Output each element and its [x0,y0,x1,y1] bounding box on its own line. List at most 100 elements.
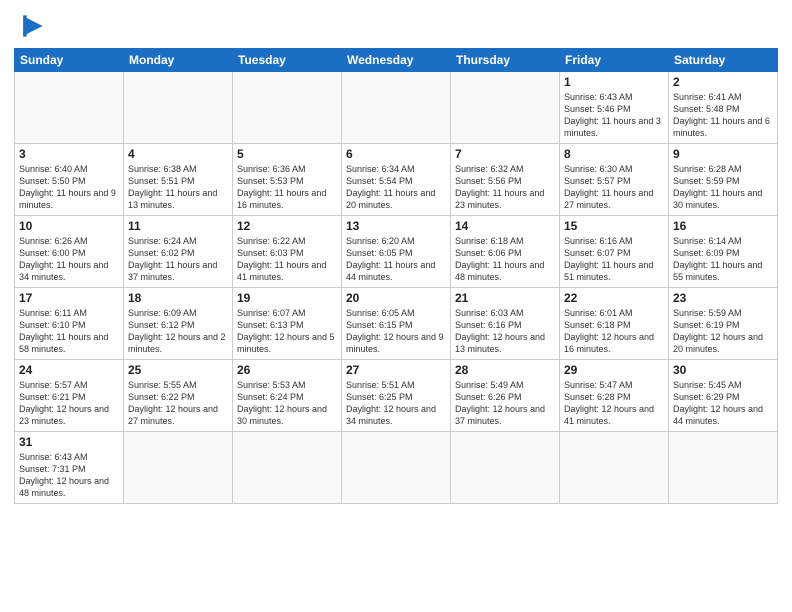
header [14,10,778,42]
col-header-saturday: Saturday [669,49,778,72]
day-info: Sunrise: 6:40 AM Sunset: 5:50 PM Dayligh… [19,163,119,212]
day-number: 20 [346,291,446,305]
calendar-cell: 30 Sunrise: 5:45 AM Sunset: 6:29 PM Dayli… [669,360,778,432]
day-number: 24 [19,363,119,377]
calendar-header-row: SundayMondayTuesdayWednesdayThursdayFrid… [15,49,778,72]
calendar-week-5: 31 Sunrise: 6:43 AM Sunset: 7:31 PM Dayli… [15,432,778,504]
day-number: 10 [19,219,119,233]
day-info: Sunrise: 6:41 AM Sunset: 5:48 PM Dayligh… [673,91,773,140]
calendar-cell: 8 Sunrise: 6:30 AM Sunset: 5:57 PM Daylig… [560,144,669,216]
day-info: Sunrise: 6:32 AM Sunset: 5:56 PM Dayligh… [455,163,555,212]
day-number: 8 [564,147,664,161]
calendar-cell: 5 Sunrise: 6:36 AM Sunset: 5:53 PM Daylig… [233,144,342,216]
calendar-cell [669,432,778,504]
day-number: 2 [673,75,773,89]
day-number: 21 [455,291,555,305]
day-info: Sunrise: 6:20 AM Sunset: 6:05 PM Dayligh… [346,235,446,284]
day-info: Sunrise: 6:09 AM Sunset: 6:12 PM Dayligh… [128,307,228,356]
day-info: Sunrise: 6:30 AM Sunset: 5:57 PM Dayligh… [564,163,664,212]
day-info: Sunrise: 6:22 AM Sunset: 6:03 PM Dayligh… [237,235,337,284]
day-number: 30 [673,363,773,377]
calendar-cell: 18 Sunrise: 6:09 AM Sunset: 6:12 PM Dayli… [124,288,233,360]
day-number: 17 [19,291,119,305]
day-number: 1 [564,75,664,89]
day-info: Sunrise: 5:53 AM Sunset: 6:24 PM Dayligh… [237,379,337,428]
day-info: Sunrise: 5:45 AM Sunset: 6:29 PM Dayligh… [673,379,773,428]
calendar-cell [124,72,233,144]
calendar-week-1: 3 Sunrise: 6:40 AM Sunset: 5:50 PM Daylig… [15,144,778,216]
day-number: 18 [128,291,228,305]
day-info: Sunrise: 6:14 AM Sunset: 6:09 PM Dayligh… [673,235,773,284]
day-info: Sunrise: 6:11 AM Sunset: 6:10 PM Dayligh… [19,307,119,356]
day-number: 23 [673,291,773,305]
day-number: 3 [19,147,119,161]
day-number: 25 [128,363,228,377]
calendar-cell [560,432,669,504]
day-info: Sunrise: 6:34 AM Sunset: 5:54 PM Dayligh… [346,163,446,212]
day-number: 12 [237,219,337,233]
day-info: Sunrise: 6:18 AM Sunset: 6:06 PM Dayligh… [455,235,555,284]
calendar-week-3: 17 Sunrise: 6:11 AM Sunset: 6:10 PM Dayli… [15,288,778,360]
calendar-cell: 31 Sunrise: 6:43 AM Sunset: 7:31 PM Dayli… [15,432,124,504]
day-info: Sunrise: 5:49 AM Sunset: 6:26 PM Dayligh… [455,379,555,428]
day-number: 4 [128,147,228,161]
calendar-cell [451,72,560,144]
day-info: Sunrise: 6:01 AM Sunset: 6:18 PM Dayligh… [564,307,664,356]
col-header-monday: Monday [124,49,233,72]
day-number: 6 [346,147,446,161]
calendar-cell: 11Sunrise: 6:24 AM Sunset: 6:02 PM Dayli… [124,216,233,288]
calendar-cell [233,432,342,504]
col-header-friday: Friday [560,49,669,72]
calendar-cell: 23Sunrise: 5:59 AM Sunset: 6:19 PM Dayli… [669,288,778,360]
calendar-cell: 7 Sunrise: 6:32 AM Sunset: 5:56 PM Daylig… [451,144,560,216]
calendar-cell: 24 Sunrise: 5:57 AM Sunset: 6:21 PM Dayli… [15,360,124,432]
col-header-sunday: Sunday [15,49,124,72]
calendar-cell: 10Sunrise: 6:26 AM Sunset: 6:00 PM Dayli… [15,216,124,288]
day-number: 26 [237,363,337,377]
day-info: Sunrise: 5:51 AM Sunset: 6:25 PM Dayligh… [346,379,446,428]
day-info: Sunrise: 6:36 AM Sunset: 5:53 PM Dayligh… [237,163,337,212]
calendar-cell: 27 Sunrise: 5:51 AM Sunset: 6:25 PM Dayli… [342,360,451,432]
day-number: 31 [19,435,119,449]
col-header-thursday: Thursday [451,49,560,72]
day-number: 27 [346,363,446,377]
day-number: 19 [237,291,337,305]
calendar-cell: 16 Sunrise: 6:14 AM Sunset: 6:09 PM Dayli… [669,216,778,288]
day-number: 9 [673,147,773,161]
day-info: Sunrise: 5:57 AM Sunset: 6:21 PM Dayligh… [19,379,119,428]
calendar-cell: 15Sunrise: 6:16 AM Sunset: 6:07 PM Dayli… [560,216,669,288]
day-number: 7 [455,147,555,161]
calendar-cell: 25 Sunrise: 5:55 AM Sunset: 6:22 PM Dayli… [124,360,233,432]
calendar-cell: 22Sunrise: 6:01 AM Sunset: 6:18 PM Dayli… [560,288,669,360]
day-number: 5 [237,147,337,161]
day-info: Sunrise: 6:38 AM Sunset: 5:51 PM Dayligh… [128,163,228,212]
day-info: Sunrise: 6:43 AM Sunset: 5:46 PM Dayligh… [564,91,664,140]
calendar-cell: 29Sunrise: 5:47 AM Sunset: 6:28 PM Dayli… [560,360,669,432]
day-info: Sunrise: 6:43 AM Sunset: 7:31 PM Dayligh… [19,451,119,500]
day-number: 16 [673,219,773,233]
calendar-week-4: 24 Sunrise: 5:57 AM Sunset: 6:21 PM Dayli… [15,360,778,432]
calendar-cell: 13 Sunrise: 6:20 AM Sunset: 6:05 PM Dayli… [342,216,451,288]
calendar-cell: 9Sunrise: 6:28 AM Sunset: 5:59 PM Daylig… [669,144,778,216]
day-info: Sunrise: 5:55 AM Sunset: 6:22 PM Dayligh… [128,379,228,428]
logo [14,10,48,42]
day-info: Sunrise: 5:47 AM Sunset: 6:28 PM Dayligh… [564,379,664,428]
calendar-cell [233,72,342,144]
calendar-cell: 12 Sunrise: 6:22 AM Sunset: 6:03 PM Dayli… [233,216,342,288]
day-info: Sunrise: 6:24 AM Sunset: 6:02 PM Dayligh… [128,235,228,284]
calendar-cell: 19Sunrise: 6:07 AM Sunset: 6:13 PM Dayli… [233,288,342,360]
day-info: Sunrise: 6:16 AM Sunset: 6:07 PM Dayligh… [564,235,664,284]
calendar-cell: 26 Sunrise: 5:53 AM Sunset: 6:24 PM Dayli… [233,360,342,432]
calendar-cell: 6 Sunrise: 6:34 AM Sunset: 5:54 PM Daylig… [342,144,451,216]
page: SundayMondayTuesdayWednesdayThursdayFrid… [0,0,792,612]
calendar-cell: 2 Sunrise: 6:41 AM Sunset: 5:48 PM Daylig… [669,72,778,144]
calendar-cell [15,72,124,144]
day-info: Sunrise: 6:03 AM Sunset: 6:16 PM Dayligh… [455,307,555,356]
calendar-cell [451,432,560,504]
calendar-cell: 20Sunrise: 6:05 AM Sunset: 6:15 PM Dayli… [342,288,451,360]
calendar-cell: 21 Sunrise: 6:03 AM Sunset: 6:16 PM Dayli… [451,288,560,360]
calendar: SundayMondayTuesdayWednesdayThursdayFrid… [14,48,778,504]
col-header-wednesday: Wednesday [342,49,451,72]
calendar-week-0: 1 Sunrise: 6:43 AM Sunset: 5:46 PM Daylig… [15,72,778,144]
day-number: 13 [346,219,446,233]
